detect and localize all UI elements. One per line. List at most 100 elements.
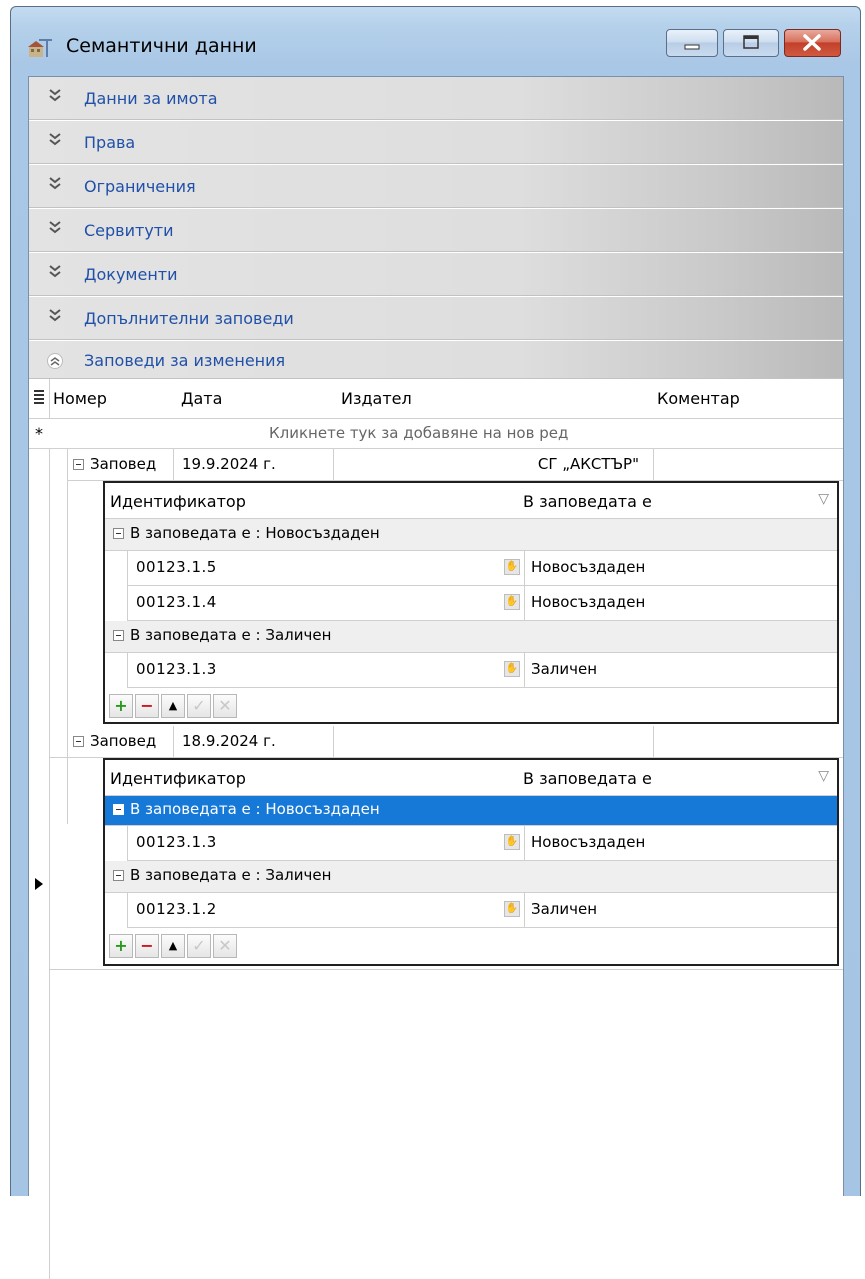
grid-header: Номер Дата Издател Коментар [29,379,843,419]
column-header-comment[interactable]: Коментар [657,389,740,408]
orders-grid: Номер Дата Издател Коментар * Кликнете т… [29,379,843,1279]
cancel-button[interactable]: ✕ [213,694,237,718]
list-item[interactable]: 00123.1.5 ✋ Новосъздаден [127,551,837,586]
client-area: Данни за имота Права Ограничения Сервитути Д… [28,76,844,1279]
grid-bottom-line [49,969,843,970]
column-header-status[interactable]: В заповедата е [523,492,652,511]
identifier-cell[interactable]: 00123.1.4 ✋ [127,586,525,620]
order-detail-grid-2: Идентификатор В заповедата е ▽ В заповед… [103,758,839,966]
expand-chevron-icon[interactable] [49,220,61,238]
add-button[interactable]: + [109,694,133,718]
order-detail-grid-1: Идентификатор В заповедата е ▽ В заповед… [103,481,839,724]
collapse-icon[interactable] [113,804,124,815]
column-header-identifier[interactable]: Идентификатор [110,769,246,788]
current-row-indicator-icon [35,878,43,890]
pointer-hand-icon[interactable]: ✋ [504,901,520,917]
group-row[interactable]: В заповедата е : Заличен [105,621,837,653]
window-title: Семантични данни [66,35,257,57]
section-header[interactable]: Заповеди за изменения [29,341,843,379]
column-header-date[interactable]: Дата [181,389,222,408]
section-label: Документи [84,265,178,284]
table-row[interactable]: Заповед 19.9.2024 г. СГ „АКСТЪР" [67,449,843,481]
new-row[interactable]: * Кликнете тук за добавяне на нов ред [29,419,843,449]
order-issuer-cell[interactable] [334,726,654,757]
expand-chevron-icon[interactable] [49,264,61,282]
pointer-hand-icon[interactable]: ✋ [504,834,520,850]
title-bar[interactable]: Семантични данни [11,7,860,75]
status-cell[interactable]: Новосъздаден [531,833,645,851]
new-row-placeholder: Кликнете тук за добавяне на нов ред [269,424,569,442]
minimize-button[interactable] [666,29,718,57]
section-label: Сервитути [84,221,174,240]
column-header-number[interactable]: Номер [53,389,107,408]
collapse-icon[interactable] [73,736,84,747]
list-item[interactable]: 00123.1.3 ✋ Новосъздаден [127,826,837,861]
status-cell[interactable]: Новосъздаден [531,558,645,576]
remove-button[interactable]: − [135,694,159,718]
expand-chevron-icon[interactable] [49,132,61,150]
group-row[interactable]: В заповедата е : Заличен [105,861,837,893]
filter-icon[interactable]: ▽ [818,768,829,784]
column-header-issuer[interactable]: Издател [341,389,412,408]
section-label: Ограничения [84,177,196,196]
pointer-hand-icon[interactable]: ✋ [504,559,520,575]
section-header[interactable]: Данни за имота [29,77,843,120]
section-header[interactable]: Допълнителни заповеди [29,297,843,340]
pointer-hand-icon[interactable]: ✋ [504,594,520,610]
move-up-button[interactable]: ▲ [161,934,185,958]
expand-chevron-icon[interactable] [49,176,61,194]
order-date-cell[interactable]: 19.9.2024 г. [174,449,334,480]
identifier-cell[interactable]: 00123.1.3 ✋ [127,653,525,687]
identifier-cell[interactable]: 00123.1.5 ✋ [127,551,525,585]
section-header[interactable]: Права [29,121,843,164]
list-item[interactable]: 00123.1.4 ✋ Новосъздаден [127,586,837,621]
window: Семантични данни Данни за имота Права Огра… [10,6,861,1279]
building-crane-icon [28,39,52,57]
indent-line [67,726,68,758]
order-issuer-cell[interactable]: СГ „АКСТЪР" [334,449,654,480]
move-up-button[interactable]: ▲ [161,694,185,718]
gutter-line [49,379,50,419]
collapse-icon[interactable] [113,630,124,641]
collapse-icon[interactable] [113,870,124,881]
remove-button[interactable]: − [135,934,159,958]
column-chooser-icon[interactable] [33,389,45,405]
collapse-icon[interactable] [73,459,84,470]
collapse-icon[interactable] [113,528,124,539]
table-row[interactable]: Заповед 18.9.2024 г. [49,726,843,758]
collapse-chevron-icon[interactable] [47,353,63,369]
identifier-cell[interactable]: 00123.1.2 ✋ [127,893,525,927]
maximize-icon [743,35,759,49]
order-comment-cell[interactable] [654,449,843,480]
cancel-button[interactable]: ✕ [213,934,237,958]
group-row[interactable]: В заповедата е : Новосъздаден [105,519,837,551]
maximize-button[interactable] [723,29,779,57]
close-button[interactable] [784,29,841,57]
section-label: Данни за имота [84,89,218,108]
filter-icon[interactable]: ▽ [818,491,829,507]
column-header-identifier[interactable]: Идентификатор [110,492,246,511]
confirm-button[interactable]: ✓ [187,934,211,958]
list-item[interactable]: 00123.1.3 ✋ Заличен [127,653,837,688]
group-row-selected[interactable]: В заповедата е : Новосъздаден [105,796,837,826]
section-label: Права [84,133,136,152]
order-comment-cell[interactable] [654,726,843,757]
close-icon [803,34,821,51]
expand-chevron-icon[interactable] [49,308,61,326]
confirm-button[interactable]: ✓ [187,694,211,718]
status-cell[interactable]: Заличен [531,900,597,918]
list-item[interactable]: 00123.1.2 ✋ Заличен [127,893,837,928]
order-date-cell[interactable]: 18.9.2024 г. [174,726,334,757]
add-button[interactable]: + [109,934,133,958]
section-header[interactable]: Документи [29,253,843,296]
pointer-hand-icon[interactable]: ✋ [504,661,520,677]
identifier-cell[interactable]: 00123.1.3 ✋ [127,826,525,860]
section-header[interactable]: Сервитути [29,209,843,252]
section-header[interactable]: Ограничения [29,165,843,208]
expand-chevron-icon[interactable] [49,88,61,106]
status-cell[interactable]: Заличен [531,660,597,678]
status-cell[interactable]: Новосъздаден [531,593,645,611]
order-number-cell[interactable]: Заповед [67,449,174,480]
column-header-status[interactable]: В заповедата е [523,769,652,788]
indent-line [67,449,68,824]
